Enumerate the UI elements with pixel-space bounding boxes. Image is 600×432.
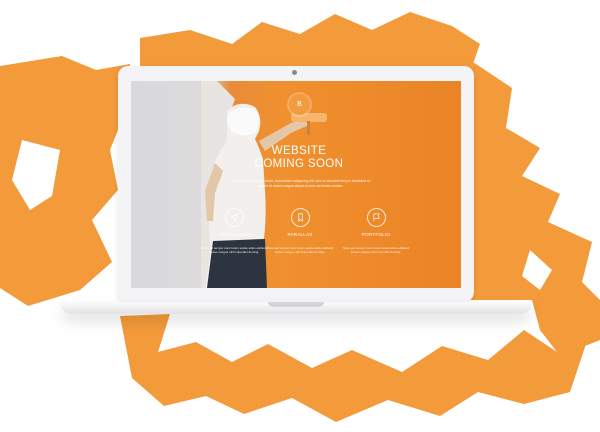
headline-line-1: WEBSITE [271,145,327,157]
feature-title: PARALLAX [287,232,313,237]
send-icon [224,208,244,227]
headline-line-2: COMING SOON [254,158,344,170]
flag-icon [366,208,386,227]
feature-responsive: RESPONSIVE Nam sed tempor nunc lorem sol… [199,208,269,255]
feature-text: Nam sed tempor nunc lorem solute tellus … [201,246,267,255]
feature-text: Nam sed tempor nunc lorem solute tellus … [343,246,409,255]
feature-title: PORTFOLIO [361,232,391,237]
bookmark-icon [290,208,310,227]
feature-title: RESPONSIVE [218,232,250,237]
feature-parallax: PARALLAX Nam sed tempor nunc lorem solut… [265,208,335,255]
logo-badge[interactable]: B [289,94,310,115]
intro-text: Lorem ipsum dolor sit amet, consectetur … [232,179,370,188]
feature-portfolio: PORTFOLIO Nam sed tempor nunc lorem solu… [341,208,411,255]
laptop-camera [292,70,297,75]
feature-text: Nam sed tempor nunc lorem solute tellus … [267,246,333,255]
laptop-base-notch [268,302,324,307]
page-headline: WEBSITE COMING SOON [229,145,369,171]
laptop-screen: B WEBSITE COMING SOON Lorem ipsum dolor … [131,81,461,288]
